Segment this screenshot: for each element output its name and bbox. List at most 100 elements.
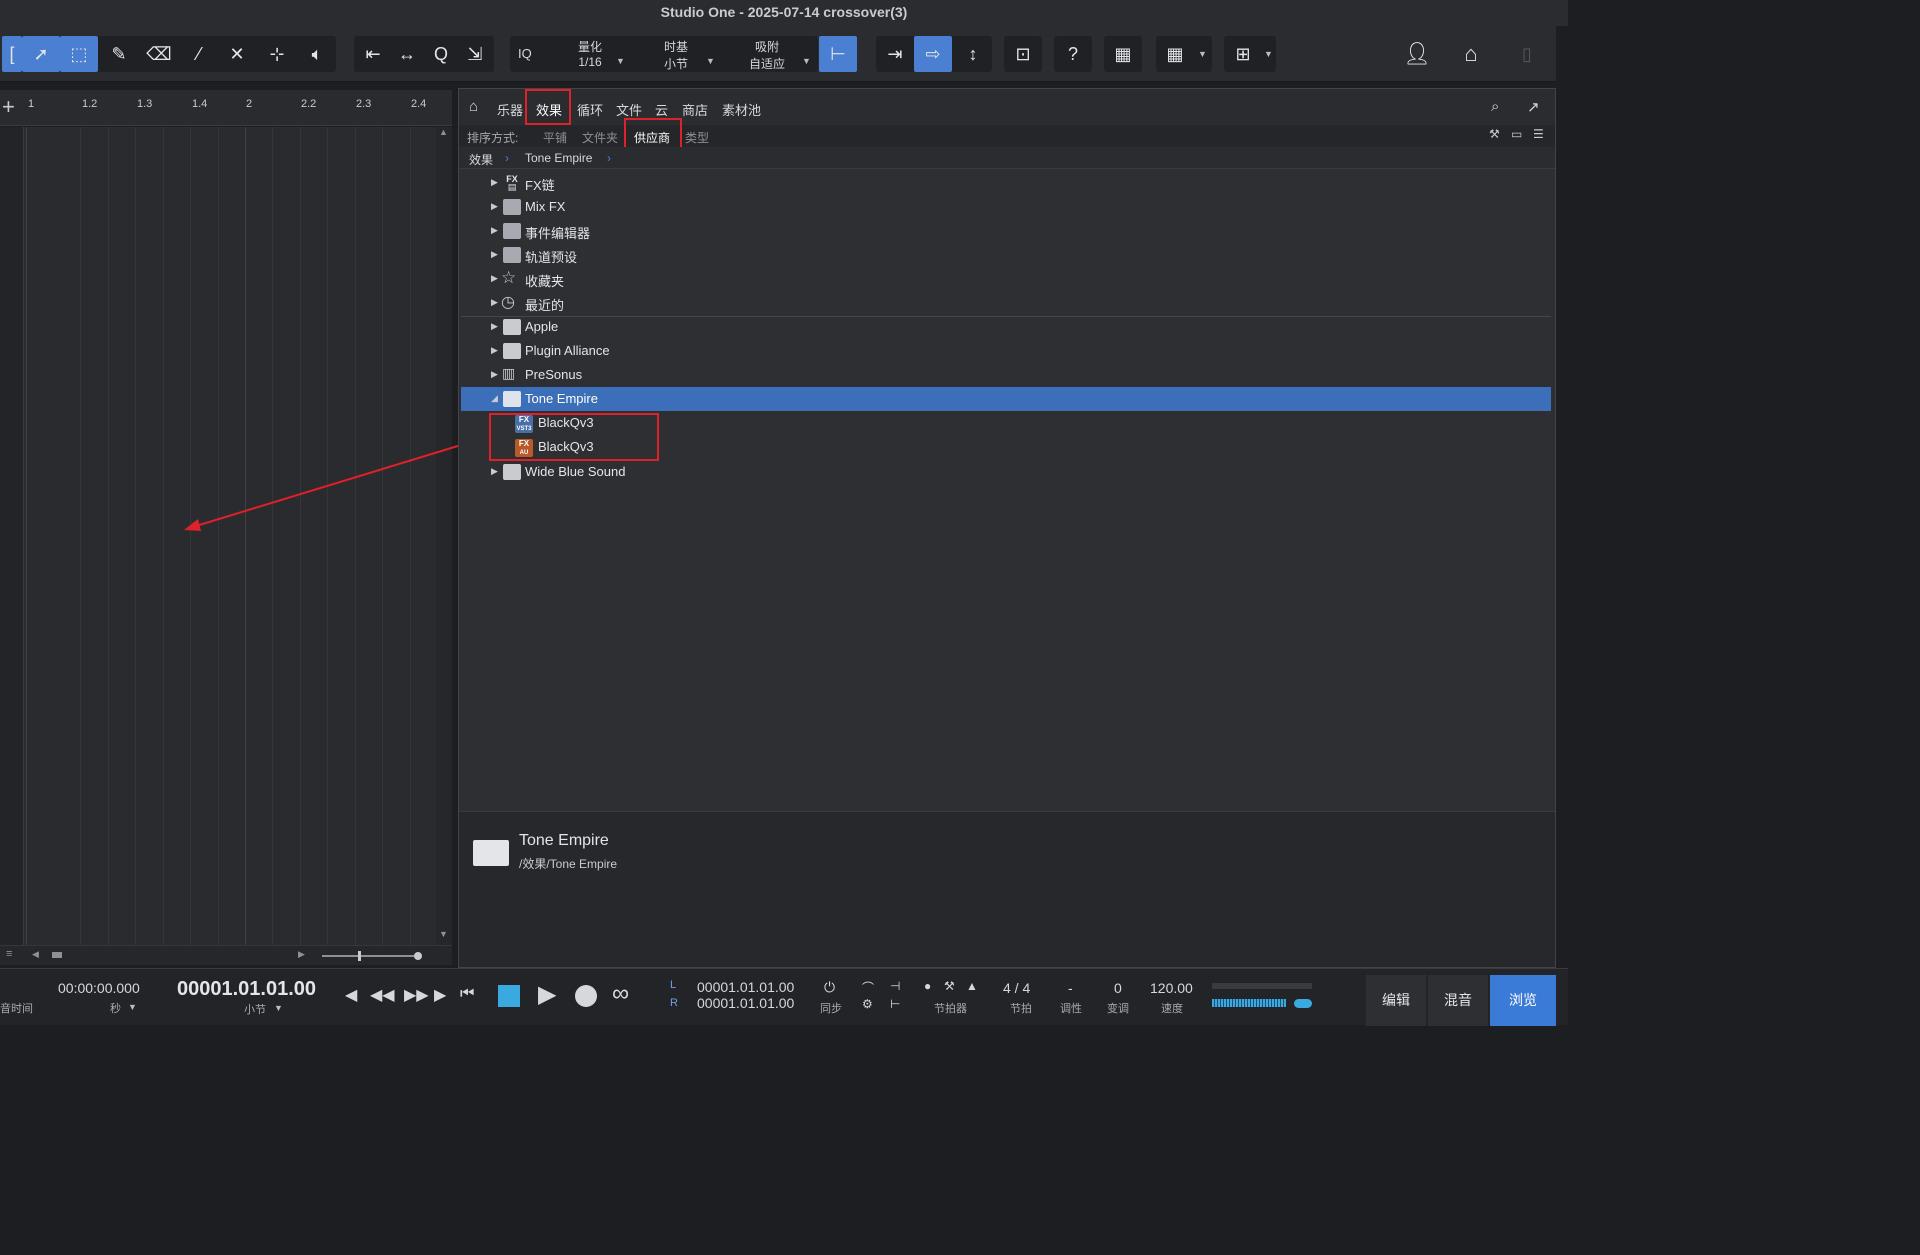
position-chevron-down-icon[interactable]: ▼ xyxy=(274,1003,283,1013)
time-signature[interactable]: 4 / 4 xyxy=(1003,980,1030,996)
position-unit[interactable]: 小节 xyxy=(244,1001,266,1017)
expand-arrow-icon[interactable]: ▶ xyxy=(491,369,498,380)
view-edit-button[interactable]: 编辑 xyxy=(1366,975,1426,1026)
time-seconds-unit[interactable]: 秒 xyxy=(110,1000,121,1016)
eraser-tool-button[interactable]: ⌫ xyxy=(140,36,178,72)
tab-shop[interactable]: 商店 xyxy=(682,100,708,119)
scroll-left-icon[interactable]: ◀ xyxy=(32,949,39,960)
grid-icon[interactable]: ▦ xyxy=(1156,36,1194,72)
tree-item-selected[interactable]: ◢ Tone Empire xyxy=(461,387,1551,411)
list-icon[interactable]: ≡ xyxy=(6,948,12,960)
punch-out-icon[interactable]: ⊢ xyxy=(890,997,900,1011)
breadcrumb-item[interactable]: 效果 xyxy=(469,151,493,168)
paint-tool-button[interactable]: ⁄ xyxy=(180,36,218,72)
zoom-slider[interactable] xyxy=(322,951,422,961)
split-tool-button[interactable]: ⊹ xyxy=(258,36,296,72)
stop-button[interactable] xyxy=(498,985,520,1007)
record-button[interactable] xyxy=(575,985,597,1007)
autoscroll-button[interactable]: ⇨ xyxy=(914,36,952,72)
arrange-view[interactable] xyxy=(24,127,452,945)
quantize-chevron-down-icon[interactable]: ▼ xyxy=(616,56,625,66)
seconds-chevron-down-icon[interactable]: ▼ xyxy=(128,1002,137,1012)
settings-icon[interactable]: ⚙ xyxy=(862,997,873,1011)
expand-arrow-icon[interactable]: ▶ xyxy=(491,201,498,212)
tree-item[interactable]: ▶ Mix FX xyxy=(461,195,1551,219)
scroll-right-icon[interactable]: ▶ xyxy=(298,949,305,960)
previous-marker-icon[interactable]: ◀ xyxy=(345,985,357,1005)
metronome-icon[interactable]: ▲ xyxy=(966,979,978,993)
snap-chevron-down-icon[interactable]: ▼ xyxy=(802,56,811,66)
film-icon[interactable]: ▦ xyxy=(1104,36,1142,72)
view-mix-button[interactable]: 混音 xyxy=(1428,975,1488,1026)
sort-flat[interactable]: 平铺 xyxy=(543,129,567,146)
quantize-value[interactable]: 1/16 xyxy=(570,55,610,69)
rewind-icon[interactable]: ◀◀ xyxy=(370,985,395,1005)
tab-pool[interactable]: 素材池 xyxy=(722,100,761,119)
metronome-wrench-icon[interactable]: ⚒ xyxy=(944,979,955,993)
time-seconds[interactable]: 00:00:00.000 xyxy=(58,980,140,996)
timebase-chevron-down-icon[interactable]: ▼ xyxy=(706,56,715,66)
follow-button[interactable]: ⇥ xyxy=(876,36,914,72)
tree-item[interactable]: ▶ Apple xyxy=(461,315,1551,339)
search-icon[interactable]: ⌕ xyxy=(1491,98,1499,115)
expand-arrow-icon[interactable]: ▶ xyxy=(491,225,498,236)
stretch-button[interactable]: ↔ xyxy=(388,36,426,72)
expand-icon[interactable]: ↗ xyxy=(1527,98,1540,116)
precount-icon[interactable]: ⌒ xyxy=(862,979,874,996)
tab-cloud[interactable]: 云 xyxy=(655,100,668,119)
expand-arrow-icon[interactable]: ▶ xyxy=(491,321,498,332)
iq-button[interactable]: IQ xyxy=(518,46,532,61)
sort-type[interactable]: 类型 xyxy=(685,129,709,146)
metronome-dot-icon[interactable]: ● xyxy=(924,979,931,993)
list-view-icon[interactable]: ☰ xyxy=(1533,127,1544,141)
document-icon[interactable]: ▯ xyxy=(1508,36,1546,72)
add-track-icon[interactable]: + xyxy=(2,94,15,120)
loop-start[interactable]: 00001.01.01.00 xyxy=(697,979,794,995)
pencil-tool-button[interactable]: ✎ xyxy=(100,36,138,72)
tab-files[interactable]: 文件 xyxy=(616,100,642,119)
loop-icon[interactable]: ∞ xyxy=(612,980,629,1008)
scroll-down-icon[interactable]: ▼ xyxy=(439,929,448,939)
bracket-tool-button[interactable]: [ xyxy=(2,36,22,72)
scroll-up-icon[interactable]: ▲ xyxy=(439,127,448,137)
grid-chevron-down-icon[interactable]: ▼ xyxy=(1198,49,1207,59)
position-display[interactable]: 00001.01.01.00 xyxy=(177,978,316,1001)
transpose-value[interactable]: 0 xyxy=(1114,980,1122,996)
expand-arrow-icon[interactable]: ▶ xyxy=(491,177,498,188)
next-marker-icon[interactable]: ▶ xyxy=(434,985,446,1005)
scroll-thumb[interactable] xyxy=(52,952,62,958)
wrench-icon[interactable]: ⚒ xyxy=(1489,127,1500,141)
arrow-tool-button[interactable]: ➚ xyxy=(22,36,60,72)
home-icon[interactable]: ⌂ xyxy=(1452,36,1490,72)
tempo-value[interactable]: 120.00 xyxy=(1150,980,1193,996)
help-button[interactable]: ? xyxy=(1054,36,1092,72)
snap-toggle-button[interactable]: ⊢ xyxy=(819,36,857,72)
split-view-button[interactable]: ↕ xyxy=(954,36,992,72)
tree-item[interactable]: ▶ 事件编辑器 xyxy=(461,219,1551,243)
expand-arrow-icon[interactable]: ▶ xyxy=(491,249,498,260)
speaker-tool-button[interactable]: 🔈︎ xyxy=(298,36,336,72)
return-to-zero-icon[interactable]: ⏮︎ xyxy=(460,985,474,1003)
mute-tool-button[interactable]: ✕ xyxy=(218,36,256,72)
layout-chevron-down-icon[interactable]: ▼ xyxy=(1264,49,1273,59)
breadcrumb-item[interactable]: Tone Empire xyxy=(525,151,592,165)
snap-value[interactable]: 自适应 xyxy=(742,55,792,72)
tree-item[interactable]: ▶ ◷ 最近的 xyxy=(461,291,1551,315)
key-value[interactable]: - xyxy=(1068,980,1073,996)
timebase-value[interactable]: 小节 xyxy=(656,55,696,72)
tree-item[interactable]: ▶ Wide Blue Sound xyxy=(461,460,1551,484)
home-icon[interactable]: ⌂ xyxy=(469,98,478,115)
expand-arrow-icon[interactable]: ▶ xyxy=(491,345,498,356)
range-tool-button[interactable]: ⬚ xyxy=(60,36,98,72)
window-icon[interactable]: ▭ xyxy=(1511,127,1522,141)
loop-end[interactable]: 00001.01.01.00 xyxy=(697,995,794,1011)
power-icon[interactable]: ⏻ xyxy=(824,979,835,996)
nudge-left-button[interactable]: ⇤ xyxy=(354,36,392,72)
collapse-arrow-icon[interactable]: ◢ xyxy=(491,393,498,404)
vertical-scrollbar[interactable]: ▲ ▼ xyxy=(436,127,452,945)
quantize-q-button[interactable]: Q xyxy=(422,36,460,72)
tree-item[interactable]: ▶ FX ▤ FX链 xyxy=(461,171,1551,195)
timeline-ruler[interactable]: + 1 1.2 1.3 1.4 2 2.2 2.3 2.4 xyxy=(0,90,452,126)
layout-icon[interactable]: ⊞ xyxy=(1224,36,1262,72)
view-browse-button[interactable]: 浏览 xyxy=(1490,975,1556,1026)
